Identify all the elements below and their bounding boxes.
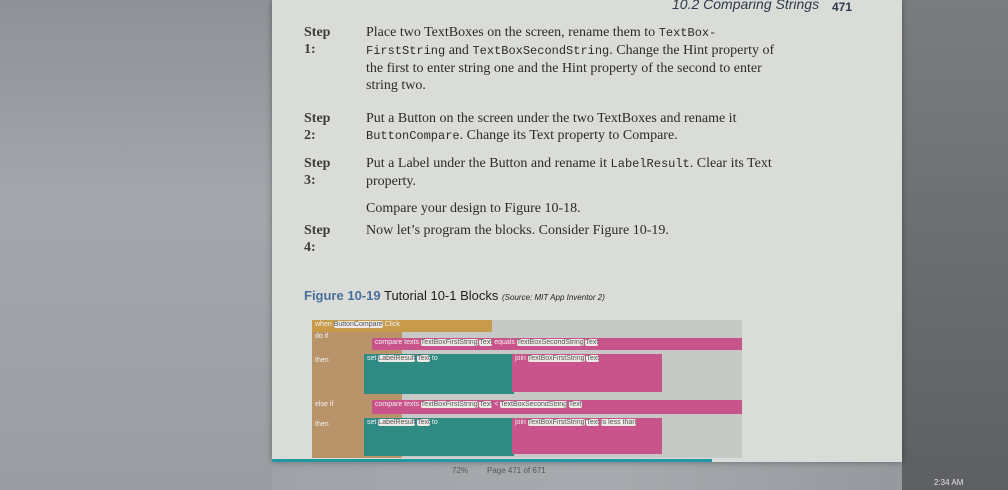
step-label: Step 4:	[304, 223, 331, 255]
set-block: set LabelResult Text to	[364, 354, 514, 394]
section-title: 10.2 Comparing Strings	[672, 0, 820, 12]
step-text: Put a Button on the screen under the two…	[366, 111, 737, 143]
step-label: Step 2:	[304, 111, 331, 143]
else-if-label: else if	[312, 400, 348, 410]
zoom-level: 72%	[452, 466, 469, 475]
join-block: join TextBoxFirstString Text	[512, 354, 662, 392]
join-block: join TextBoxFirstString Text is less tha…	[512, 418, 662, 454]
step-text: Put a Label under the Button and rename …	[366, 156, 772, 189]
step-text: Place two TextBoxes on the screen, renam…	[366, 25, 775, 93]
figure-number: Figure 10-19	[304, 288, 381, 303]
book-page: 10.2 Comparing Strings 471 Step 1: Place…	[272, 0, 902, 475]
blocks-figure: when ButtonCompare Click do if then else…	[312, 320, 742, 458]
then-label: then	[312, 356, 342, 366]
then-label: then	[312, 420, 342, 430]
compare-block: compare texts TextBoxFirstString Text eq…	[372, 338, 742, 350]
figure-source: (Source: MIT App Inventor 2)	[502, 293, 605, 302]
step-text: Compare your design to Figure 10-18.	[366, 201, 581, 216]
screen-bezel-right	[902, 0, 1008, 490]
screen-bezel-left	[0, 0, 272, 490]
step-label: Step 3:	[304, 156, 331, 188]
page-number: 471	[832, 0, 853, 14]
running-header: 10.2 Comparing Strings 471	[672, 0, 852, 14]
clock: 2:34 AM	[934, 478, 964, 487]
compare-block: compare texts TextBoxFirstString Text < …	[372, 400, 742, 414]
step-label: Step 1:	[304, 25, 331, 57]
page-indicator: Page 471 of 671	[487, 466, 546, 475]
figure-title: Tutorial 10-1 Blocks	[383, 288, 499, 303]
when-block: when ButtonCompare Click	[312, 320, 492, 332]
reading-progress-bar	[272, 459, 712, 462]
figure-caption: Figure 10-19 Tutorial 10-1 Blocks (Sourc…	[304, 288, 605, 303]
step-text: Now let’s program the blocks. Consider F…	[366, 223, 669, 238]
set-block: set LabelResult Text to	[364, 418, 514, 456]
